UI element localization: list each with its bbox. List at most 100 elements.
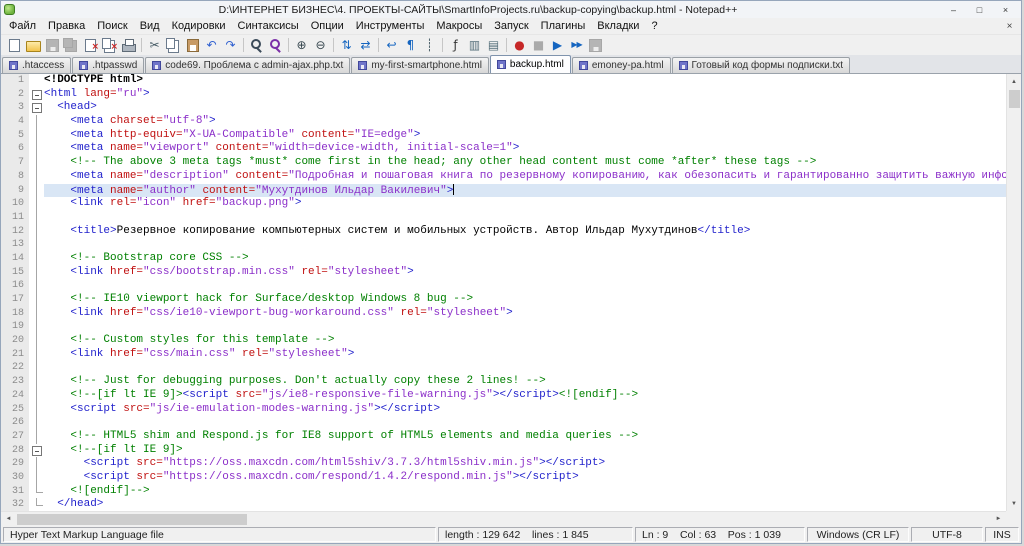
tab-htpasswd[interactable]: .htpasswd xyxy=(72,57,145,73)
play-macro-icon[interactable]: ▶ xyxy=(549,37,566,53)
vertical-scroll-thumb[interactable] xyxy=(1008,90,1020,108)
code-line-19[interactable]: 19 xyxy=(1,320,1006,335)
code-text: <meta name="author" content="Мухутдинов … xyxy=(44,183,1006,198)
code-line-5[interactable]: 5 <meta http-equiv="X-UA-Compatible" con… xyxy=(1,128,1006,143)
code-line-8[interactable]: 8 <meta name="description" content="Подр… xyxy=(1,169,1006,184)
cut-icon[interactable]: ✂ xyxy=(146,37,163,53)
code-area[interactable]: 1 <!DOCTYPE html> 2 <html lang="ru"> 3 <head… xyxy=(1,74,1006,511)
undo-icon[interactable]: ↶ xyxy=(203,37,220,53)
code-line-3[interactable]: 3 <head> xyxy=(1,101,1006,116)
tab-code69[interactable]: code69. Проблема с admin-ajax.php.txt xyxy=(145,57,351,73)
menu-item-edit[interactable]: Правка xyxy=(42,18,91,34)
code-line-29[interactable]: 29 <script src="https://oss.maxcdn.com/h… xyxy=(1,457,1006,471)
find-icon[interactable] xyxy=(248,37,265,53)
close-document-x-icon[interactable]: × xyxy=(1003,21,1021,32)
code-line-25[interactable]: 25 <script src="js/ie-emulation-modes-wa… xyxy=(1,402,1006,417)
code-line-4[interactable]: 4 <meta charset="utf-8"> xyxy=(1,115,1006,129)
scroll-up-icon[interactable]: ▲ xyxy=(1007,74,1022,89)
menu-item-tools[interactable]: Инструменты xyxy=(350,18,431,34)
save-icon[interactable] xyxy=(44,37,61,53)
horizontal-scrollbar[interactable]: ◄ ► xyxy=(1,511,1006,526)
menu-item-plugins[interactable]: Плагины xyxy=(535,18,592,34)
replace-icon[interactable] xyxy=(267,37,284,53)
tab-htaccess[interactable]: .htaccess xyxy=(2,57,72,73)
tab-backup[interactable]: backup.html xyxy=(489,55,571,73)
menu-item-run[interactable]: Запуск xyxy=(488,18,534,34)
run-macro-multiple-icon[interactable]: ▶▶ xyxy=(568,37,585,53)
scroll-down-icon[interactable]: ▼ xyxy=(1007,496,1022,511)
save-all-icon[interactable] xyxy=(63,37,80,53)
code-line-2[interactable]: 2 <html lang="ru"> xyxy=(1,87,1006,102)
code-line-1[interactable]: 1 <!DOCTYPE html> xyxy=(1,74,1006,88)
zoom-in-icon[interactable]: ⊕ xyxy=(293,37,310,53)
menu-item-macro[interactable]: Макросы xyxy=(430,18,488,34)
open-file-icon[interactable] xyxy=(25,37,42,53)
redo-icon[interactable]: ↷ xyxy=(222,37,239,53)
indent-guide-icon[interactable]: ┊ xyxy=(421,37,438,53)
code-line-23[interactable]: 23 <!-- Just for debugging purposes. Don… xyxy=(1,375,1006,389)
code-line-6[interactable]: 6 <meta name="viewport" content="width=d… xyxy=(1,142,1006,157)
code-line-24[interactable]: 24 <!--[if lt IE 9]><script src="js/ie8-… xyxy=(1,388,1006,403)
fold-collapse-icon[interactable] xyxy=(29,101,44,116)
fold-collapse-icon[interactable] xyxy=(29,443,44,458)
new-file-icon[interactable] xyxy=(6,37,23,53)
function-list-icon[interactable]: ƒ xyxy=(447,37,464,53)
sync-vertical-scroll-icon[interactable]: ⇅ xyxy=(338,37,355,53)
document-map-icon[interactable]: ▥ xyxy=(466,37,483,53)
code-line-9[interactable]: 9 <meta name="author" content="Мухутдино… xyxy=(1,183,1006,198)
line-number: 28 xyxy=(1,443,29,458)
paste-icon[interactable] xyxy=(184,37,201,53)
code-line-32[interactable]: 32 </head> xyxy=(1,498,1006,511)
sync-horizontal-scroll-icon[interactable]: ⇄ xyxy=(357,37,374,53)
show-all-characters-icon[interactable]: ¶ xyxy=(402,37,419,53)
code-line-18[interactable]: 18 <link href="css/ie10-viewport-bug-wor… xyxy=(1,306,1006,321)
menu-item-encoding[interactable]: Кодировки xyxy=(166,18,232,34)
code-line-31[interactable]: 31 <![endif]--> xyxy=(1,484,1006,499)
code-line-27[interactable]: 27 <!-- HTML5 shim and Respond.js for IE… xyxy=(1,429,1006,444)
tab-my-first-smartphone[interactable]: my-first-smartphone.html xyxy=(351,57,489,73)
saved-file-icon xyxy=(152,61,162,70)
code-line-12[interactable]: 12 <title>Резервное копирование компьюте… xyxy=(1,224,1006,239)
code-line-17[interactable]: 17 <!-- IE10 viewport hack for Surface/d… xyxy=(1,293,1006,307)
code-line-28[interactable]: 28 <!--[if lt IE 9]> xyxy=(1,443,1006,458)
fold-collapse-icon[interactable] xyxy=(29,87,44,102)
vertical-scrollbar[interactable]: ▲ ▼ xyxy=(1006,74,1021,511)
close-icon[interactable] xyxy=(82,37,99,55)
tab-subscription-form[interactable]: Готовый код формы подписки.txt xyxy=(671,57,851,73)
menu-item-file[interactable]: Файл xyxy=(3,18,42,34)
menu-item-language[interactable]: Синтаксисы xyxy=(232,18,305,34)
close-all-icon[interactable] xyxy=(101,37,118,55)
code-line-16[interactable]: 16 xyxy=(1,279,1006,293)
document-switcher-icon[interactable]: ▤ xyxy=(485,37,502,53)
code-line-20[interactable]: 20 <!-- Custom styles for this template … xyxy=(1,334,1006,348)
code-line-10[interactable]: 10 <link rel="icon" href="backup.png"> xyxy=(1,197,1006,211)
code-line-26[interactable]: 26 xyxy=(1,416,1006,430)
menu-item-view[interactable]: Вид xyxy=(134,18,166,34)
menu-item-search[interactable]: Поиск xyxy=(91,18,133,34)
scroll-right-icon[interactable]: ► xyxy=(991,512,1006,527)
print-icon[interactable] xyxy=(120,37,137,53)
code-line-22[interactable]: 22 xyxy=(1,361,1006,376)
code-line-7[interactable]: 7 <!-- The above 3 meta tags *must* come… xyxy=(1,156,1006,170)
scroll-left-icon[interactable]: ◄ xyxy=(1,512,16,527)
maximize-button[interactable]: □ xyxy=(967,3,992,17)
menu-item-settings[interactable]: Опции xyxy=(305,18,350,34)
code-line-14[interactable]: 14 <!-- Bootstrap core CSS --> xyxy=(1,251,1006,266)
minimize-button[interactable]: – xyxy=(941,3,966,17)
tab-emoney-pa[interactable]: emoney-pa.html xyxy=(571,57,671,73)
record-macro-icon[interactable]: ● xyxy=(511,37,528,53)
menu-item-tabs[interactable]: Вкладки xyxy=(591,18,645,34)
menu-item-help[interactable]: ? xyxy=(645,18,663,34)
stop-record-icon[interactable]: ■ xyxy=(530,37,547,53)
code-line-13[interactable]: 13 xyxy=(1,238,1006,252)
copy-icon[interactable] xyxy=(165,37,182,53)
close-button[interactable]: × xyxy=(993,3,1018,17)
horizontal-scroll-thumb[interactable] xyxy=(17,513,247,525)
code-line-21[interactable]: 21 <link href="css/main.css" rel="styles… xyxy=(1,347,1006,362)
word-wrap-icon[interactable]: ↩ xyxy=(383,37,400,53)
zoom-out-icon[interactable]: ⊖ xyxy=(312,37,329,53)
code-line-15[interactable]: 15 <link href="css/bootstrap.min.css" re… xyxy=(1,265,1006,280)
save-macro-icon[interactable] xyxy=(587,37,604,53)
code-line-30[interactable]: 30 <script src="https://oss.maxcdn.com/r… xyxy=(1,470,1006,485)
code-line-11[interactable]: 11 xyxy=(1,210,1006,225)
